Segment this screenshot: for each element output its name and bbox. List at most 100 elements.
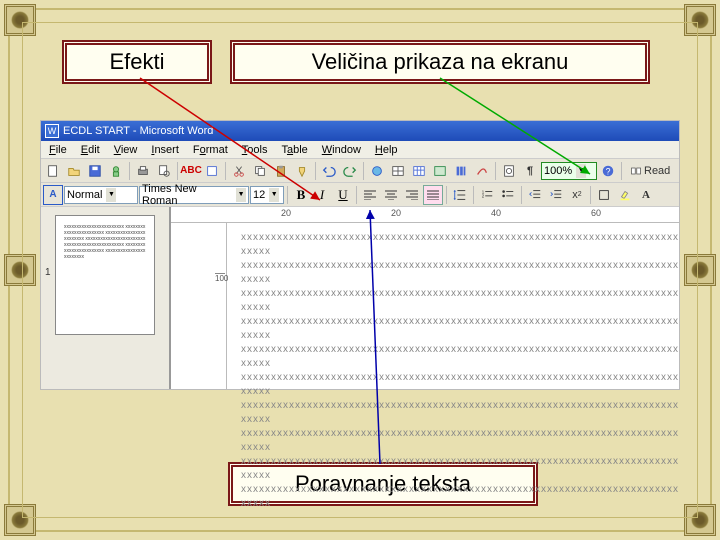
ruler-tick: 40 [491, 208, 501, 218]
title-bar: W ECDL START - Microsoft Word [41, 121, 679, 141]
menu-table[interactable]: Table [275, 143, 313, 157]
doc-line: xxxxxxxxxxxxxxxxxxxxxxxxxxxxxxxxxxxxxxxx… [241, 455, 679, 483]
separator [356, 186, 357, 204]
horizontal-ruler[interactable]: 20 20 40 60 [171, 207, 679, 223]
separator [495, 162, 496, 180]
editor-pane[interactable]: 20 20 40 60 100 xxxxxxxxxxxxxxxxxxxxxxxx… [171, 207, 679, 389]
align-center-button[interactable] [381, 185, 401, 205]
redo-button[interactable] [340, 161, 360, 181]
thumbnail-pane[interactable]: 1 xxxxxxxxxxxxxxxxxxxxxxxx xxxxxxxxxxxxx… [41, 207, 171, 389]
insert-table-button[interactable] [409, 161, 429, 181]
callout-effects: Efekti [62, 40, 212, 84]
save-button[interactable] [85, 161, 105, 181]
font-color-button[interactable]: A [636, 185, 656, 205]
read-button[interactable]: Read [625, 161, 675, 181]
separator [287, 186, 288, 204]
doc-map-button[interactable] [499, 161, 519, 181]
callout-zoom-text: Veličina prikaza na ekranu [312, 49, 569, 74]
decrease-indent-button[interactable] [525, 185, 545, 205]
align-left-button[interactable] [360, 185, 380, 205]
line-spacing-button[interactable] [450, 185, 470, 205]
font-size-value: 12 [253, 189, 265, 201]
copy-button[interactable] [250, 161, 270, 181]
font-value: Times New Roman [142, 183, 232, 207]
print-button[interactable] [133, 161, 153, 181]
style-combo[interactable]: Normal▼ [64, 186, 138, 204]
drawing-button[interactable] [472, 161, 492, 181]
font-combo[interactable]: Times New Roman▼ [139, 186, 249, 204]
numbering-button[interactable]: 12 [477, 185, 497, 205]
separator [521, 186, 522, 204]
callout-zoom: Veličina prikaza na ekranu [230, 40, 650, 84]
menu-file[interactable]: File [43, 143, 73, 157]
menu-insert[interactable]: Insert [145, 143, 185, 157]
insert-worksheet-button[interactable] [430, 161, 450, 181]
cut-button[interactable] [229, 161, 249, 181]
increase-indent-button[interactable] [546, 185, 566, 205]
svg-text:?: ? [606, 166, 611, 176]
borders-button[interactable] [594, 185, 614, 205]
thumbnail-number: 1 [45, 267, 51, 278]
word-app-icon: W [45, 124, 59, 138]
doc-line: xxxxxxxxxxxxxxxxxxxxxxxxxxxxxxxxxxxxxxxx… [241, 427, 679, 455]
align-right-button[interactable] [402, 185, 422, 205]
underline-button[interactable]: U [333, 185, 353, 205]
word-window: W ECDL START - Microsoft Word File Edit … [40, 120, 680, 390]
doc-line: xxxxxxxxxxxxxxxxxxxxxxxxxxxxxxxxxxxxxxxx… [241, 287, 679, 315]
menu-tools[interactable]: Tools [236, 143, 274, 157]
ruler-tick: 20 [281, 208, 291, 218]
align-justify-button[interactable] [423, 185, 443, 205]
ruler-tick: 60 [591, 208, 601, 218]
zoom-combo[interactable]: 100%▼ [541, 162, 597, 180]
vertical-ruler[interactable]: 100 [213, 223, 227, 389]
separator [129, 162, 130, 180]
print-preview-button[interactable] [154, 161, 174, 181]
separator [225, 162, 226, 180]
ruler-tick: 20 [391, 208, 401, 218]
menu-view[interactable]: View [108, 143, 144, 157]
menu-help[interactable]: Help [369, 143, 404, 157]
new-doc-button[interactable] [43, 161, 63, 181]
bullets-button[interactable] [498, 185, 518, 205]
open-button[interactable] [64, 161, 84, 181]
highlight-button[interactable] [615, 185, 635, 205]
italic-button[interactable]: I [312, 185, 332, 205]
tables-borders-button[interactable] [388, 161, 408, 181]
superscript-button[interactable]: x2 [567, 185, 587, 205]
menu-format[interactable]: Format [187, 143, 234, 157]
doc-line: xxxxxxxxxxxxxxxxxxxxxxxxxxxxxxxxxxxxxxxx… [241, 483, 679, 511]
separator [446, 186, 447, 204]
document-text[interactable]: xxxxxxxxxxxxxxxxxxxxxxxxxxxxxxxxxxxxxxxx… [241, 231, 679, 511]
menu-window[interactable]: Window [316, 143, 367, 157]
callout-effects-text: Efekti [109, 49, 164, 74]
window-title: ECDL START - Microsoft Word [63, 125, 213, 137]
separator [590, 186, 591, 204]
doc-line: xxxxxxxxxxxxxxxxxxxxxxxxxxxxxxxxxxxxxxxx… [241, 315, 679, 343]
paste-button[interactable] [271, 161, 291, 181]
show-hide-button[interactable]: ¶ [520, 161, 540, 181]
doc-line: xxxxxxxxxxxxxxxxxxxxxxxxxxxxxxxxxxxxxxxx… [241, 399, 679, 427]
document-area: 1 xxxxxxxxxxxxxxxxxxxxxxxx xxxxxxxxxxxxx… [41, 207, 679, 389]
separator [315, 162, 316, 180]
styles-pane-button[interactable]: A [43, 185, 63, 205]
thumbnail-page[interactable]: xxxxxxxxxxxxxxxxxxxxxxxx xxxxxxxxxxxxxxx… [55, 215, 155, 335]
help-button[interactable]: ? [598, 161, 618, 181]
bold-button[interactable]: B [291, 185, 311, 205]
research-button[interactable] [202, 161, 222, 181]
style-value: Normal [67, 189, 102, 201]
permission-button[interactable] [106, 161, 126, 181]
menu-bar: File Edit View Insert Format Tools Table… [41, 141, 679, 159]
doc-line: xxxxxxxxxxxxxxxxxxxxxxxxxxxxxxxxxxxxxxxx… [241, 231, 679, 259]
doc-line: xxxxxxxxxxxxxxxxxxxxxxxxxxxxxxxxxxxxxxxx… [241, 259, 679, 287]
format-painter-button[interactable] [292, 161, 312, 181]
read-label: Read [644, 165, 670, 177]
menu-edit[interactable]: Edit [75, 143, 106, 157]
undo-button[interactable] [319, 161, 339, 181]
columns-button[interactable] [451, 161, 471, 181]
spellcheck-button[interactable]: ABC [181, 161, 201, 181]
doc-line: xxxxxxxxxxxxxxxxxxxxxxxxxxxxxxxxxxxxxxxx… [241, 371, 679, 399]
insert-hyperlink-button[interactable] [367, 161, 387, 181]
formatting-toolbar: A Normal▼ Times New Roman▼ 12▼ B I U 12 … [41, 183, 679, 207]
vruler-tick: 100 [215, 273, 225, 283]
font-size-combo[interactable]: 12▼ [250, 186, 284, 204]
